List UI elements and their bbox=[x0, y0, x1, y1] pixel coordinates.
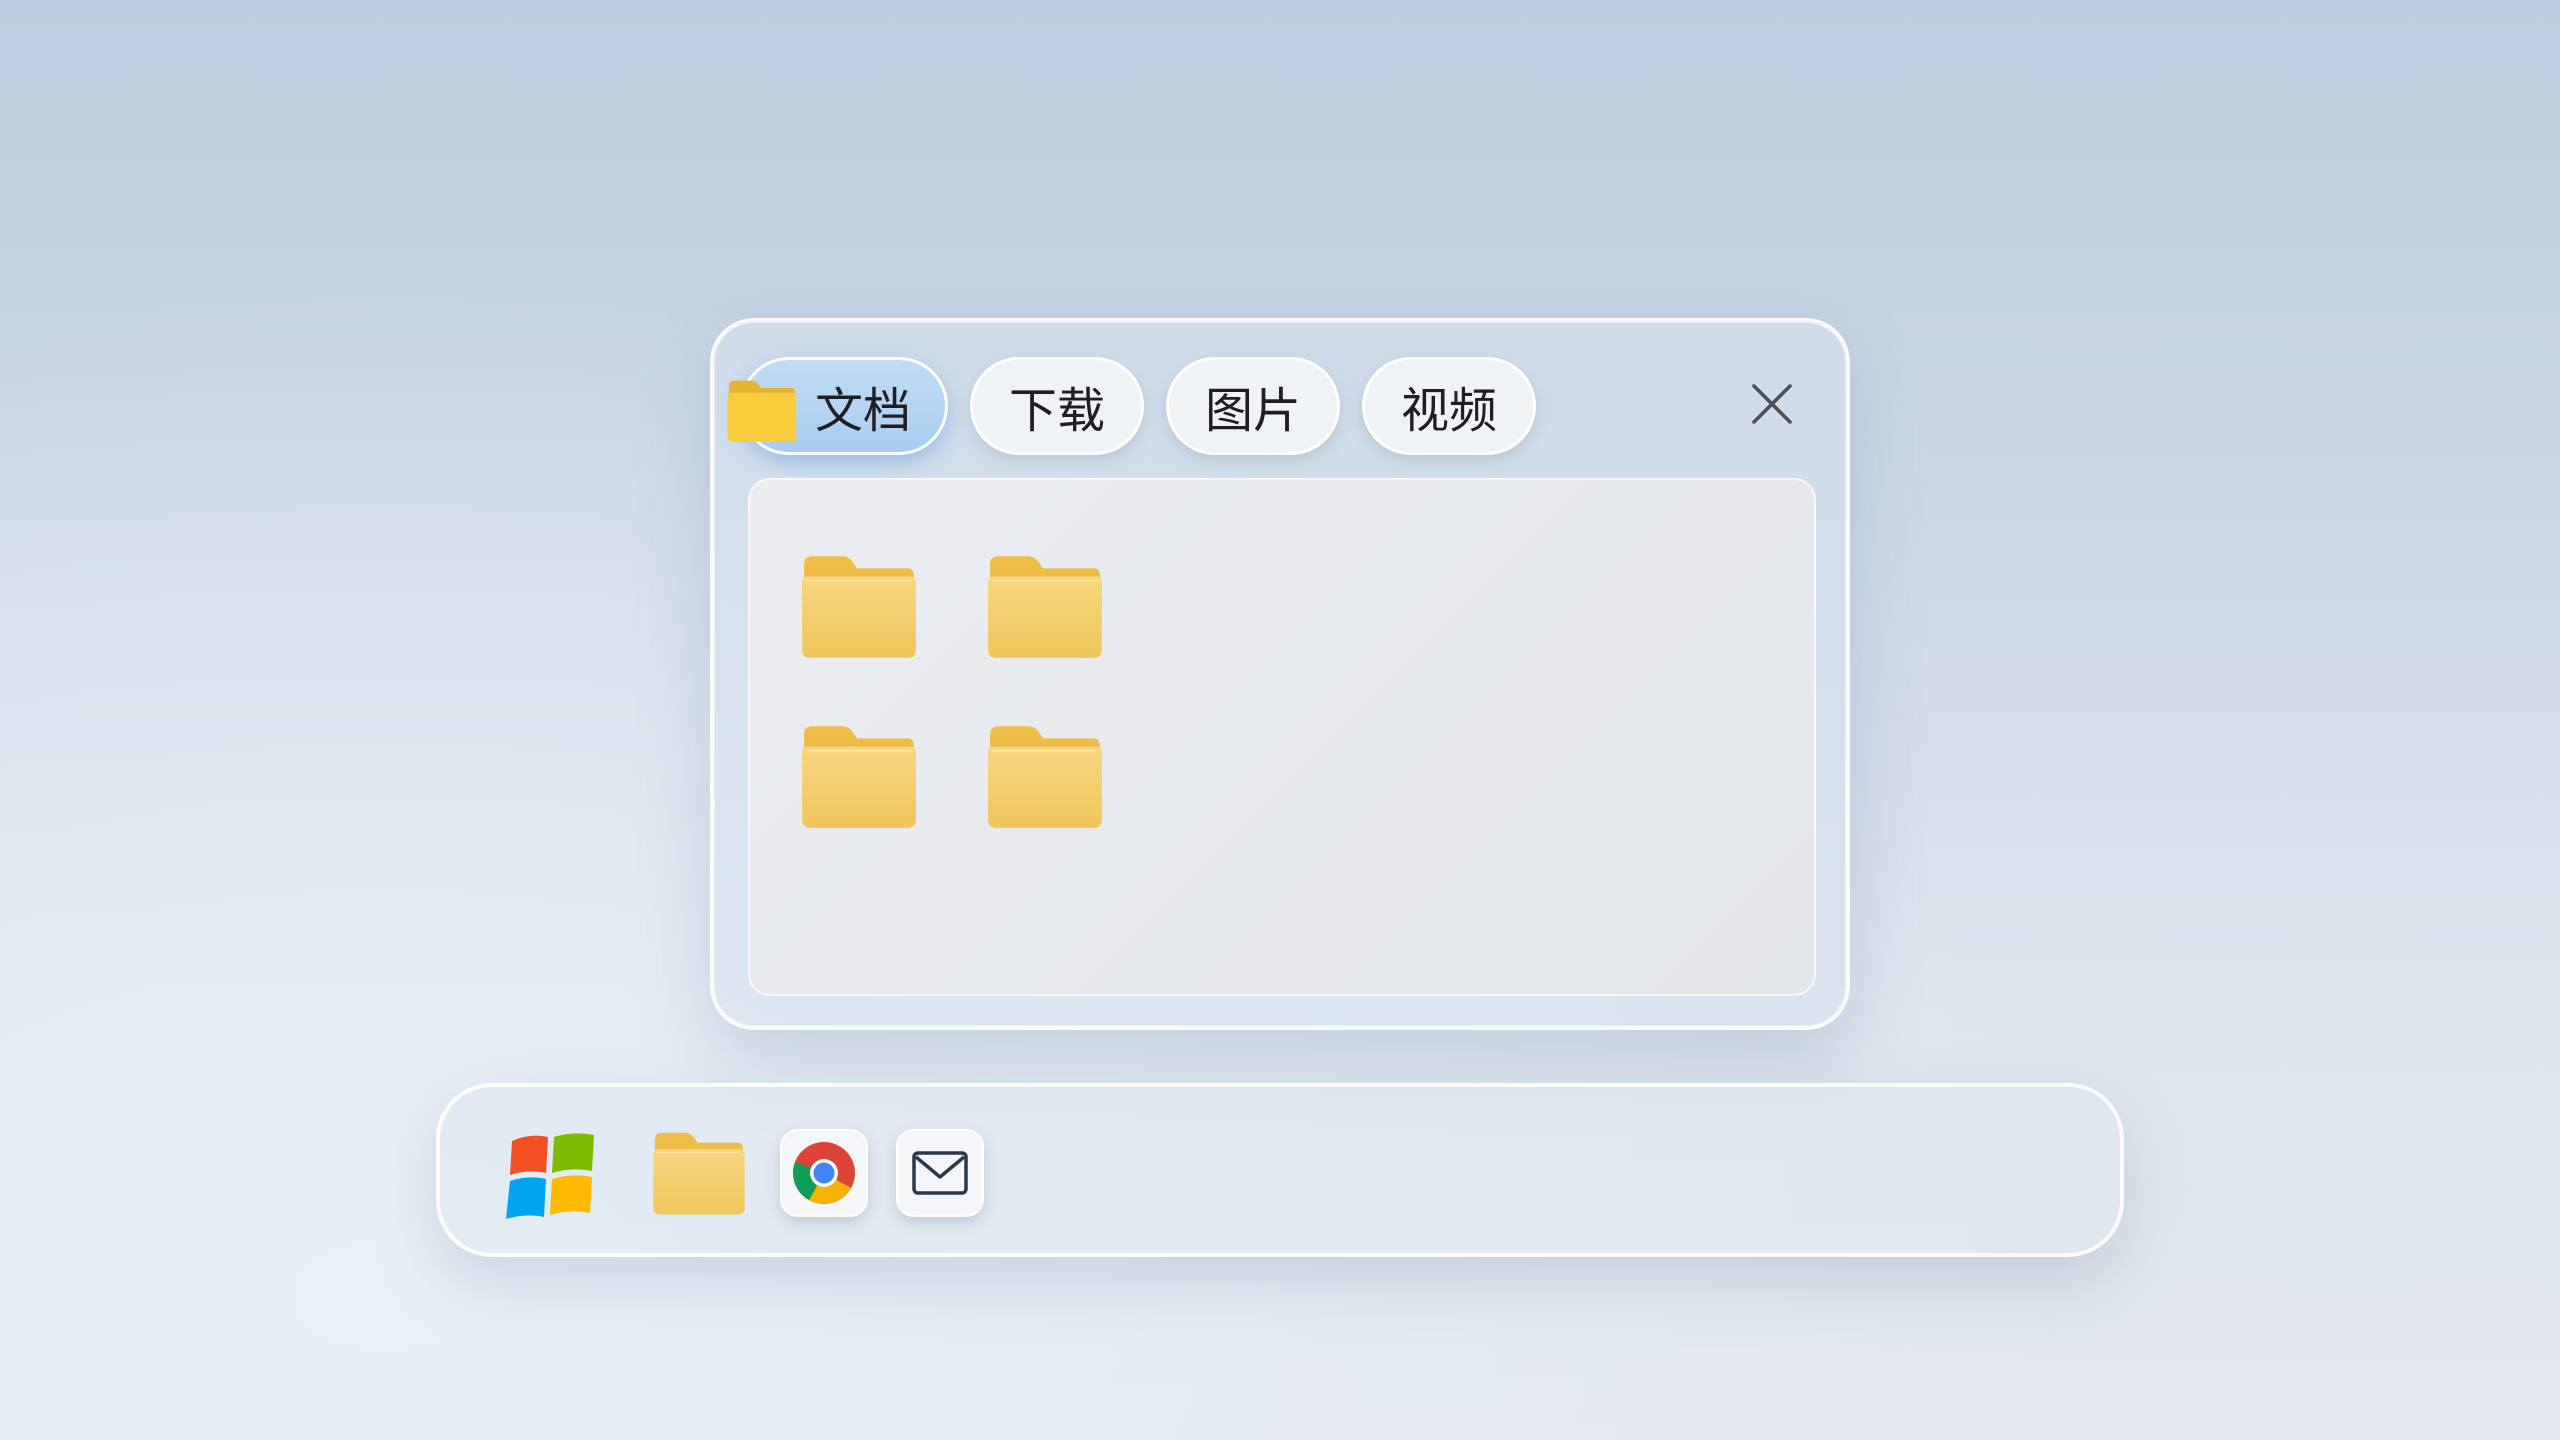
folder-icon[interactable] bbox=[984, 550, 1106, 660]
folder-icon bbox=[650, 1127, 748, 1217]
tab-downloads[interactable]: 下载 bbox=[970, 357, 1145, 455]
chrome-button[interactable] bbox=[780, 1129, 868, 1217]
folder-content-area bbox=[748, 478, 1816, 996]
file-explorer-window: 文档 下载 图片 视频 bbox=[710, 318, 1850, 1030]
taskbar bbox=[436, 1083, 2124, 1257]
start-button[interactable] bbox=[504, 1127, 600, 1231]
tab-label: 文档 bbox=[815, 383, 912, 439]
tab-label: 视频 bbox=[1401, 383, 1498, 439]
file-explorer-button[interactable] bbox=[650, 1127, 748, 1221]
chrome-icon bbox=[793, 1142, 855, 1204]
windows-logo-icon bbox=[506, 1133, 594, 1219]
mail-icon bbox=[912, 1151, 968, 1195]
mail-button[interactable] bbox=[896, 1129, 984, 1217]
folder-icon[interactable] bbox=[798, 550, 920, 660]
tab-bar: 文档 下载 图片 视频 bbox=[727, 356, 1537, 456]
tab-pictures[interactable]: 图片 bbox=[1166, 357, 1341, 455]
tab-label: 图片 bbox=[1205, 383, 1302, 439]
folder-icon[interactable] bbox=[984, 720, 1106, 830]
tab-label: 下载 bbox=[1009, 383, 1106, 439]
close-button[interactable] bbox=[1748, 380, 1796, 428]
close-icon bbox=[1752, 384, 1792, 424]
folder-icon[interactable] bbox=[798, 720, 920, 830]
tab-videos[interactable]: 视频 bbox=[1362, 357, 1537, 455]
tab-documents[interactable]: 文档 bbox=[727, 357, 949, 455]
folder-icon bbox=[727, 380, 797, 442]
